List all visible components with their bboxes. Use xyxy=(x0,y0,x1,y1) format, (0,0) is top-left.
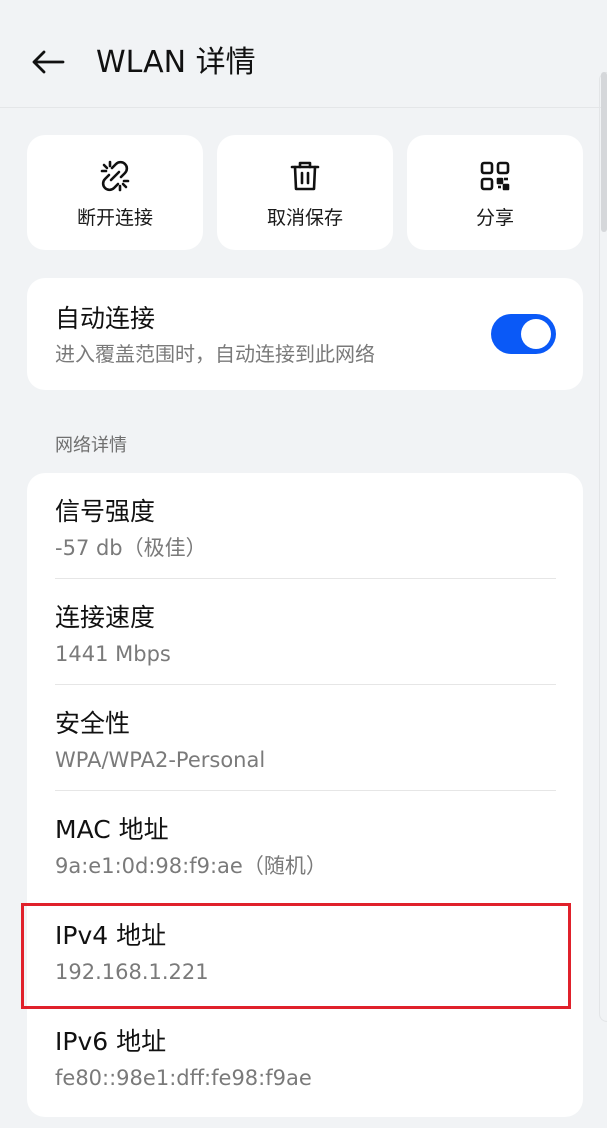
forget-network-button[interactable]: 取消保存 xyxy=(217,135,393,250)
toggle-knob xyxy=(521,319,551,349)
qr-code-icon xyxy=(478,159,512,193)
arrow-left-icon xyxy=(31,50,65,78)
back-button[interactable] xyxy=(22,40,74,88)
detail-value: 9a:e1:0d:98:f9:ae（随机） xyxy=(55,854,327,878)
detail-row-ipv6-address[interactable]: IPv6 地址 fe80::98e1:dff:fe98:f9ae xyxy=(27,1003,583,1109)
detail-value: -57 db（极佳） xyxy=(55,536,207,560)
detail-row-link-speed: 连接速度 1441 Mbps xyxy=(27,579,583,685)
auto-connect-title: 自动连接 xyxy=(55,304,156,333)
detail-title: 信号强度 xyxy=(55,497,156,526)
auto-connect-toggle[interactable] xyxy=(491,314,556,354)
section-header-network-details: 网络详情 xyxy=(55,435,127,456)
forget-network-label: 取消保存 xyxy=(266,207,343,229)
auto-connect-subtitle: 进入覆盖范围时，自动连接到此网络 xyxy=(55,342,375,366)
scrollbar[interactable] xyxy=(601,72,607,232)
detail-title: IPv6 地址 xyxy=(55,1027,167,1056)
share-button[interactable]: 分享 xyxy=(407,135,583,250)
page-title: WLAN 详情 xyxy=(96,45,256,80)
trash-icon xyxy=(288,159,322,193)
network-details-card: 信号强度 -57 db（极佳） 连接速度 1441 Mbps 安全性 WPA/W… xyxy=(27,473,583,1117)
detail-row-mac-address[interactable]: MAC 地址 9a:e1:0d:98:f9:ae（随机） xyxy=(27,791,583,897)
detail-value: WPA/WPA2-Personal xyxy=(55,748,266,772)
share-label: 分享 xyxy=(475,207,514,229)
detail-value: fe80::98e1:dff:fe98:f9ae xyxy=(55,1066,312,1090)
action-bar: 断开连接 取消保存 分享 xyxy=(27,135,583,250)
detail-title: IPv4 地址 xyxy=(55,921,167,950)
detail-title: 安全性 xyxy=(55,709,131,738)
disconnect-label: 断开连接 xyxy=(76,207,153,229)
disconnect-button[interactable]: 断开连接 xyxy=(27,135,203,250)
header: WLAN 详情 xyxy=(0,0,607,108)
detail-value: 192.168.1.221 xyxy=(55,960,209,984)
detail-value: 1441 Mbps xyxy=(55,642,171,666)
auto-connect-card: 自动连接 进入覆盖范围时，自动连接到此网络 xyxy=(27,278,583,390)
detail-title: MAC 地址 xyxy=(55,815,169,844)
detail-row-signal-strength: 信号强度 -57 db（极佳） xyxy=(27,473,583,579)
detail-row-security: 安全性 WPA/WPA2-Personal xyxy=(27,685,583,791)
detail-title: 连接速度 xyxy=(55,603,156,632)
broken-link-icon xyxy=(98,159,132,193)
detail-row-ipv4-address[interactable]: IPv4 地址 192.168.1.221 xyxy=(27,897,583,1003)
